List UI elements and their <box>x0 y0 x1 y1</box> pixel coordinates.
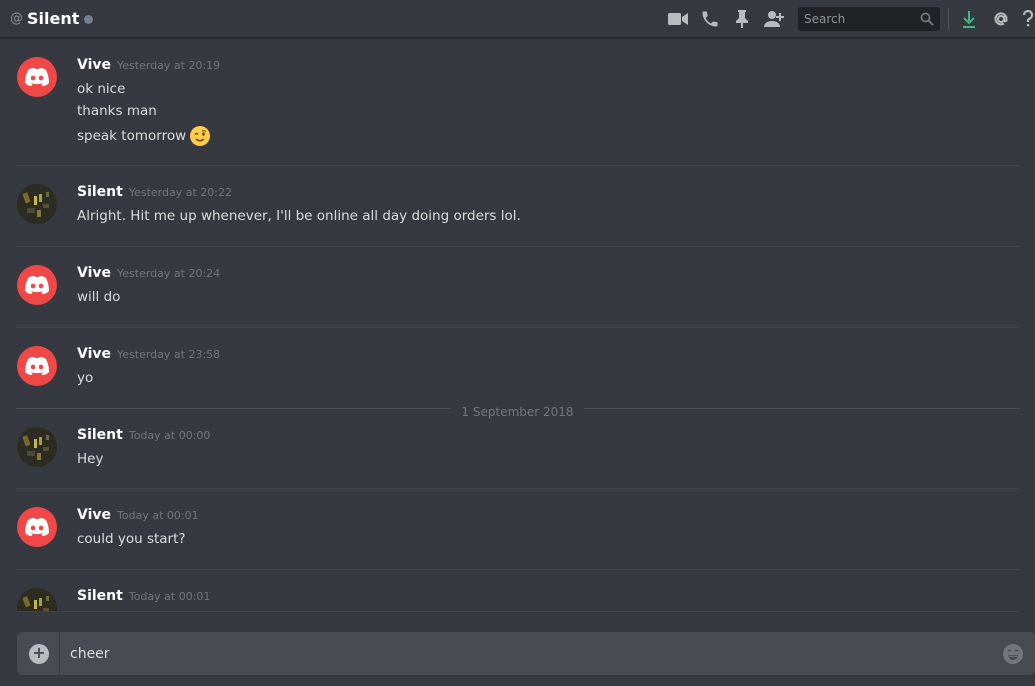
username[interactable]: Vive <box>77 346 111 362</box>
avatar[interactable] <box>17 346 57 386</box>
message-group: Silent Today at 00:01 <box>16 588 1020 612</box>
message-group: Silent Yesterday at 20:22 Alright. Hit m… <box>16 184 1020 244</box>
message-divider <box>16 246 1020 247</box>
timestamp: Yesterday at 20:22 <box>128 186 232 199</box>
username[interactable]: Vive <box>77 507 111 523</box>
message-line: speak tomorrow <box>77 125 211 147</box>
search-bar[interactable] <box>798 7 940 31</box>
dm-recipient-name[interactable]: Silent <box>27 9 79 28</box>
plus-icon: + <box>32 643 46 662</box>
discord-logo-icon <box>25 356 49 375</box>
message-list-bottom-divider <box>16 611 1020 612</box>
message-header: Silent Today at 00:01 <box>77 588 210 604</box>
message-header: Silent Today at 00:00 <box>77 427 210 443</box>
search-icon <box>920 12 934 26</box>
avatar[interactable] <box>17 265 57 305</box>
video-call-icon[interactable] <box>666 7 690 31</box>
wink-emoji-icon[interactable] <box>189 125 211 147</box>
message-header: Vive Today at 00:01 <box>77 507 199 523</box>
offline-status-icon <box>84 14 94 24</box>
emoji-picker-icon[interactable] <box>1001 642 1025 666</box>
discord-logo-icon <box>25 67 49 86</box>
at-icon: @ <box>10 11 23 26</box>
message-input[interactable] <box>60 645 1001 662</box>
message-group: Vive Yesterday at 23:58 yo <box>16 346 1020 406</box>
message-group: Vive Today at 00:01 could you start? <box>16 507 1020 567</box>
pin-icon[interactable] <box>730 7 754 31</box>
timestamp: Yesterday at 20:24 <box>117 267 221 280</box>
help-icon[interactable] <box>1021 7 1035 31</box>
message-text: Hey <box>77 451 104 467</box>
message-text: speak tomorrow <box>77 128 187 144</box>
message-text: yo <box>77 370 94 386</box>
mention-icon[interactable] <box>989 7 1013 31</box>
camo-avatar-image <box>17 184 57 224</box>
message-text: will do <box>77 289 121 305</box>
channel-header: @ Silent <box>0 0 1035 38</box>
username[interactable]: Vive <box>77 57 111 73</box>
download-icon[interactable] <box>957 7 981 31</box>
message-group: Vive Yesterday at 20:19 ok nice thanks m… <box>16 57 1020 167</box>
message-divider <box>16 569 1020 570</box>
avatar[interactable] <box>17 427 57 467</box>
username[interactable]: Silent <box>77 427 123 443</box>
message-text: thanks man <box>77 103 157 119</box>
timestamp: Today at 00:00 <box>128 429 211 442</box>
timestamp: Yesterday at 23:58 <box>117 348 221 361</box>
message-divider <box>16 165 1020 166</box>
username[interactable]: Silent <box>77 588 123 604</box>
avatar[interactable] <box>17 588 57 612</box>
discord-logo-icon <box>25 275 49 294</box>
message-group: Silent Today at 00:00 Hey <box>16 427 1020 487</box>
timestamp: Today at 00:01 <box>128 590 211 603</box>
username[interactable]: Vive <box>77 265 111 281</box>
toolbar-divider <box>948 8 949 30</box>
username[interactable]: Silent <box>77 184 123 200</box>
timestamp: Today at 00:01 <box>117 509 199 522</box>
message-list[interactable]: Vive Yesterday at 20:19 ok nice thanks m… <box>0 39 1035 612</box>
header-toolbar <box>666 0 1035 38</box>
avatar[interactable] <box>17 184 57 224</box>
discord-dm-window: @ Silent Search Vive Yesterday at 20:19 … <box>0 0 1035 686</box>
message-text: could you start? <box>77 531 186 547</box>
message-header: Vive Yesterday at 23:58 <box>77 346 220 362</box>
discord-logo-icon <box>25 517 49 536</box>
add-friend-icon[interactable] <box>762 7 786 31</box>
voice-call-icon[interactable] <box>698 7 722 31</box>
camo-avatar-image <box>17 427 57 467</box>
message-composer: + <box>17 632 1035 675</box>
message-header: Vive Yesterday at 20:19 <box>77 57 220 73</box>
message-header: Vive Yesterday at 20:24 <box>77 265 220 281</box>
timestamp: Yesterday at 20:19 <box>117 59 221 72</box>
dm-title: @ Silent <box>0 9 94 28</box>
message-header: Silent Yesterday at 20:22 <box>77 184 232 200</box>
avatar[interactable] <box>17 57 57 97</box>
camo-avatar-image <box>17 588 57 612</box>
message-divider <box>16 488 1020 489</box>
upload-plus-button[interactable]: + <box>29 643 49 664</box>
avatar[interactable] <box>17 507 57 547</box>
message-group: Vive Yesterday at 20:24 will do <box>16 265 1020 325</box>
message-divider <box>16 327 1020 328</box>
message-text: Alright. Hit me up whenever, I'll be onl… <box>77 208 521 224</box>
message-text: ok nice <box>77 81 126 97</box>
search-input[interactable] <box>804 12 920 26</box>
date-divider-line <box>16 408 1020 409</box>
